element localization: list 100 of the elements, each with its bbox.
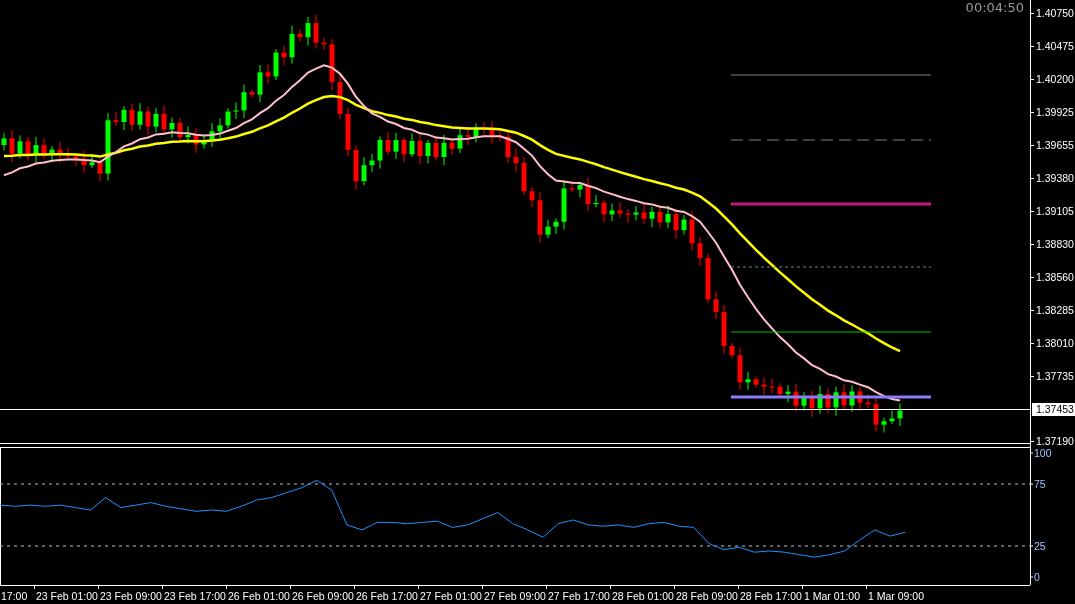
candlestick <box>609 203 615 222</box>
candlestick <box>833 386 839 417</box>
rsi-axis-label: 75 <box>1034 478 1046 490</box>
current-price-label: 1.37453 <box>1032 403 1075 416</box>
candlestick <box>393 132 399 160</box>
candlestick <box>857 386 863 412</box>
candlestick <box>529 186 535 208</box>
candlestick <box>313 14 319 49</box>
candlestick <box>81 150 87 174</box>
candlestick <box>41 137 47 160</box>
candlestick <box>441 134 447 166</box>
price-axis-label: 1.38830 <box>1036 238 1074 250</box>
candlestick <box>713 290 719 320</box>
candlestick <box>153 107 159 133</box>
candlestick <box>217 117 223 140</box>
candlestick <box>801 391 807 412</box>
candlestick <box>577 182 583 198</box>
candlestick <box>9 129 15 163</box>
candlestick <box>33 136 39 164</box>
candlestick <box>337 73 343 120</box>
candlestick <box>593 194 599 208</box>
candlestick <box>753 376 759 389</box>
time-axis-label: 23 Feb 01:00 <box>36 590 98 602</box>
candlestick <box>513 148 519 172</box>
time-axis-label: 28 Feb 01:00 <box>612 590 674 602</box>
price-axis-label: 1.38560 <box>1036 271 1074 283</box>
candlestick <box>761 376 767 396</box>
candlestick <box>521 156 527 196</box>
price-axis-label: 1.39925 <box>1036 106 1074 118</box>
candlestick <box>601 199 607 223</box>
rsi-axis-label: 25 <box>1034 540 1046 552</box>
candlestick <box>865 393 871 409</box>
candlestick <box>657 205 663 229</box>
time-axis-label: 1 Mar 01:00 <box>804 590 861 602</box>
candlestick <box>777 382 783 399</box>
candlestick <box>121 105 127 131</box>
candlestick <box>89 154 95 169</box>
candlestick <box>705 253 711 304</box>
candlestick <box>793 382 799 413</box>
candlestick <box>689 210 695 251</box>
price-axis-label: 1.38010 <box>1036 337 1074 349</box>
candlestick <box>673 207 679 239</box>
candlestick <box>289 25 295 65</box>
candlestick <box>649 206 655 228</box>
price-axis-label: 1.39655 <box>1036 139 1074 151</box>
candlestick <box>633 205 639 222</box>
candlestick <box>177 117 183 143</box>
candlestick <box>281 45 287 66</box>
candlestick <box>201 135 207 149</box>
candlestick <box>489 120 495 145</box>
candlestick <box>145 106 151 136</box>
candlestick <box>97 158 103 183</box>
candlestick <box>241 84 247 119</box>
candlestick <box>785 384 791 403</box>
candlestick <box>169 116 175 139</box>
price-axis-label: 1.39105 <box>1036 205 1074 217</box>
candlestick <box>113 111 119 127</box>
candlestick <box>137 102 143 130</box>
candlestick <box>321 37 327 51</box>
candlestick <box>497 129 503 143</box>
candlestick <box>209 122 215 148</box>
price-axis-label: 1.39380 <box>1036 172 1074 184</box>
time-axis-label: 1 Mar 09:00 <box>868 590 925 602</box>
rsi-axis-label: 100 <box>1034 447 1052 459</box>
candlestick <box>257 64 263 104</box>
candlestick <box>881 417 887 434</box>
candlestick <box>825 388 831 414</box>
time-axis-label: 23 Feb 09:00 <box>100 590 162 602</box>
candlestick <box>889 410 895 425</box>
candlestick <box>681 214 687 235</box>
candlestick <box>585 177 591 212</box>
price-axis-label: 1.40200 <box>1036 73 1074 85</box>
candlestick <box>161 105 167 136</box>
candlestick <box>185 125 191 144</box>
candlestick <box>417 132 423 165</box>
time-axis-label: 26 Feb 01:00 <box>228 590 290 602</box>
candlestick <box>369 153 375 173</box>
candlestick <box>665 205 671 229</box>
candlestick <box>553 217 559 235</box>
candlestick <box>385 131 391 156</box>
candlestick <box>569 180 575 193</box>
candlestick <box>561 180 567 231</box>
candlestick <box>697 236 703 267</box>
candlestick <box>505 130 511 164</box>
candlestick <box>481 121 487 136</box>
candlestick <box>129 102 135 132</box>
candlestick <box>809 390 815 418</box>
candlestick <box>769 378 775 395</box>
rsi-axis-label: 0 <box>1034 571 1040 583</box>
candlestick <box>425 139 431 164</box>
candlestick <box>297 29 303 43</box>
time-axis-label: 28 Feb 09:00 <box>676 590 738 602</box>
candlestick <box>873 397 879 433</box>
time-axis-label: 27 Feb 09:00 <box>484 590 546 602</box>
time-axis-label: 17:00 <box>1 590 28 602</box>
candlestick <box>409 132 415 158</box>
time-axis-label: 26 Feb 17:00 <box>356 590 418 602</box>
price-axis-label: 1.37190 <box>1036 435 1074 447</box>
candlestick <box>105 112 111 182</box>
price-axis-label: 1.38285 <box>1036 304 1074 316</box>
